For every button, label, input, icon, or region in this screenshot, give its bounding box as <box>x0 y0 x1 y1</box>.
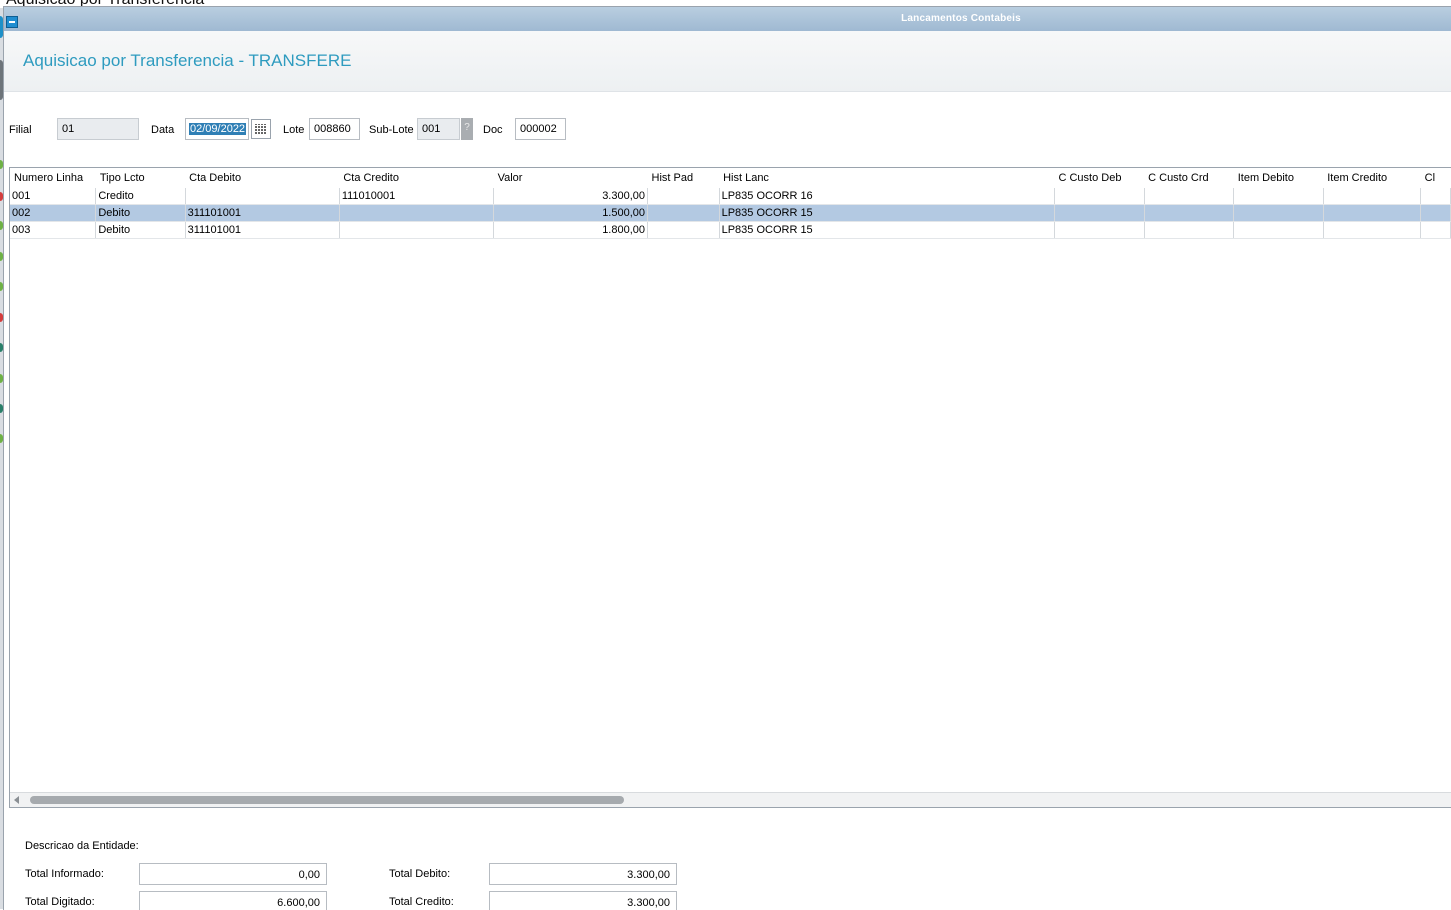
grid-cell-ccusto-crd[interactable] <box>1144 221 1235 239</box>
window-title: Lancamentos Contabeis <box>901 13 1021 24</box>
grid-cell-cl[interactable] <box>1420 221 1451 239</box>
grid-cell-hist-pad[interactable] <box>647 188 720 205</box>
grid-cell-ccusto-crd[interactable] <box>1144 188 1235 205</box>
scroll-left-icon[interactable] <box>14 796 19 804</box>
scrollbar-thumb[interactable] <box>30 796 624 804</box>
grid-cell-linha[interactable]: 001 <box>10 188 97 205</box>
grid-cell-ccusto-crd[interactable] <box>1144 204 1235 222</box>
total-informado-label: Total Informado: <box>25 868 104 880</box>
data-label: Data <box>151 124 175 136</box>
lancamentos-grid[interactable]: Numero Linha Tipo Lcto Cta Debito Cta Credi… <box>9 167 1451 808</box>
total-digitado-label: Total Digitado: <box>25 896 95 908</box>
total-credito-field[interactable]: 3.300,00 <box>489 891 677 910</box>
table-row[interactable]: 003 Debito 311101001 1.800,00 LP835 OCORR 15 <box>10 221 1451 239</box>
grid-cell-linha[interactable]: 002 <box>10 204 97 222</box>
column-header[interactable]: Cta Credito <box>339 168 493 188</box>
grid-cell-valor[interactable]: 3.300,00 <box>493 188 649 205</box>
table-row[interactable]: 001 Credito 111010001 3.300,00 LP835 OCORR 1… <box>10 188 1451 205</box>
grid-body: 001 Credito 111010001 3.300,00 LP835 OCORR 1… <box>10 188 1451 239</box>
table-row[interactable]: 002 Debito 311101001 1.500,00 LP835 OCORR 15 <box>10 204 1451 222</box>
grid-table: Numero Linha Tipo Lcto Cta Debito Cta Credi… <box>10 168 1451 239</box>
data-field[interactable]: 02/09/2022 <box>185 118 249 140</box>
grid-cell-item-deb[interactable] <box>1233 188 1324 205</box>
total-credito-label: Total Credito: <box>389 896 454 908</box>
page-header: Aquisicao por Transferencia - TRANSFERE <box>4 31 1451 92</box>
grid-cell-hist-lanc[interactable]: LP835 OCORR 15 <box>719 221 1055 239</box>
grid-cell-hist-lanc[interactable]: LP835 OCORR 15 <box>719 204 1055 222</box>
total-debito-label: Total Debito: <box>389 868 451 880</box>
sublote-help-button[interactable]: ? <box>461 118 473 140</box>
sublote-field[interactable]: 001 <box>417 118 460 140</box>
grid-cell-valor[interactable]: 1.800,00 <box>493 221 649 239</box>
grid-cell-ccusto-deb[interactable] <box>1054 188 1145 205</box>
grid-cell-item-crd[interactable] <box>1323 204 1422 222</box>
doc-field[interactable]: 000002 <box>515 118 566 140</box>
column-header[interactable]: Cl <box>1421 168 1451 188</box>
horizontal-scrollbar[interactable] <box>10 792 1451 807</box>
grid-cell-hist-lanc[interactable]: LP835 OCORR 16 <box>719 188 1055 205</box>
grid-cell-cta-credito[interactable] <box>339 204 495 222</box>
grid-cell-cta-credito[interactable]: 111010001 <box>339 188 495 205</box>
window-titlebar[interactable]: Lancamentos Contabeis <box>4 7 1451 31</box>
grid-cell-item-crd[interactable] <box>1323 188 1422 205</box>
grid-cell-item-deb[interactable] <box>1233 204 1324 222</box>
column-header[interactable]: Cta Debito <box>185 168 339 188</box>
grid-cell-hist-pad[interactable] <box>647 204 720 222</box>
column-header[interactable]: Item Debito <box>1234 168 1324 188</box>
column-header[interactable]: Tipo Lcto <box>96 168 185 188</box>
column-header[interactable]: Numero Linha <box>10 168 96 188</box>
grid-cell-cta-credito[interactable] <box>339 221 495 239</box>
calendar-icon[interactable] <box>251 119 271 139</box>
data-field-value: 02/09/2022 <box>189 123 247 135</box>
page-title: Aquisicao por Transferencia - TRANSFERE <box>23 51 352 70</box>
grid-cell-ccusto-deb[interactable] <box>1054 204 1145 222</box>
grid-cell-tipo[interactable]: Debito <box>95 221 186 239</box>
grid-cell-item-crd[interactable] <box>1323 221 1422 239</box>
grid-cell-cta-debito[interactable]: 311101001 <box>185 204 340 222</box>
filial-label: Filial <box>9 124 32 136</box>
column-header[interactable]: C Custo Crd <box>1144 168 1234 188</box>
grid-cell-cl[interactable] <box>1420 204 1451 222</box>
grid-cell-valor[interactable]: 1.500,00 <box>493 204 649 222</box>
column-header[interactable]: Valor <box>494 168 648 188</box>
grid-cell-linha[interactable]: 003 <box>10 221 97 239</box>
grid-cell-ccusto-deb[interactable] <box>1054 221 1145 239</box>
lote-label: Lote <box>283 124 305 136</box>
grid-cell-hist-pad[interactable] <box>647 221 720 239</box>
total-debito-field[interactable]: 3.300,00 <box>489 863 677 885</box>
descricao-entidade-label: Descricao da Entidade: <box>25 840 139 852</box>
grid-cell-cl[interactable] <box>1420 188 1451 205</box>
total-informado-field[interactable]: 0,00 <box>139 863 327 885</box>
sublote-label: Sub-Lote <box>369 124 414 136</box>
grid-cell-tipo[interactable]: Debito <box>95 204 186 222</box>
filial-field[interactable]: 01 <box>57 118 139 140</box>
column-header[interactable]: Hist Lanc <box>719 168 1054 188</box>
grid-cell-cta-debito[interactable] <box>185 188 340 205</box>
column-header[interactable]: C Custo Deb <box>1054 168 1144 188</box>
lancamentos-window: Lancamentos Contabeis Aquisicao por Tran… <box>3 6 1451 910</box>
column-header[interactable]: Item Credito <box>1323 168 1420 188</box>
grid-cell-cta-debito[interactable]: 311101001 <box>185 221 340 239</box>
doc-label: Doc <box>483 124 503 136</box>
grid-cell-tipo[interactable]: Credito <box>95 188 186 205</box>
grid-header-row: Numero Linha Tipo Lcto Cta Debito Cta Credi… <box>10 168 1451 188</box>
column-header[interactable]: Hist Pad <box>648 168 720 188</box>
total-digitado-field[interactable]: 6.600,00 <box>139 891 327 910</box>
lote-field[interactable]: 008860 <box>309 118 360 140</box>
grid-cell-item-deb[interactable] <box>1233 221 1324 239</box>
